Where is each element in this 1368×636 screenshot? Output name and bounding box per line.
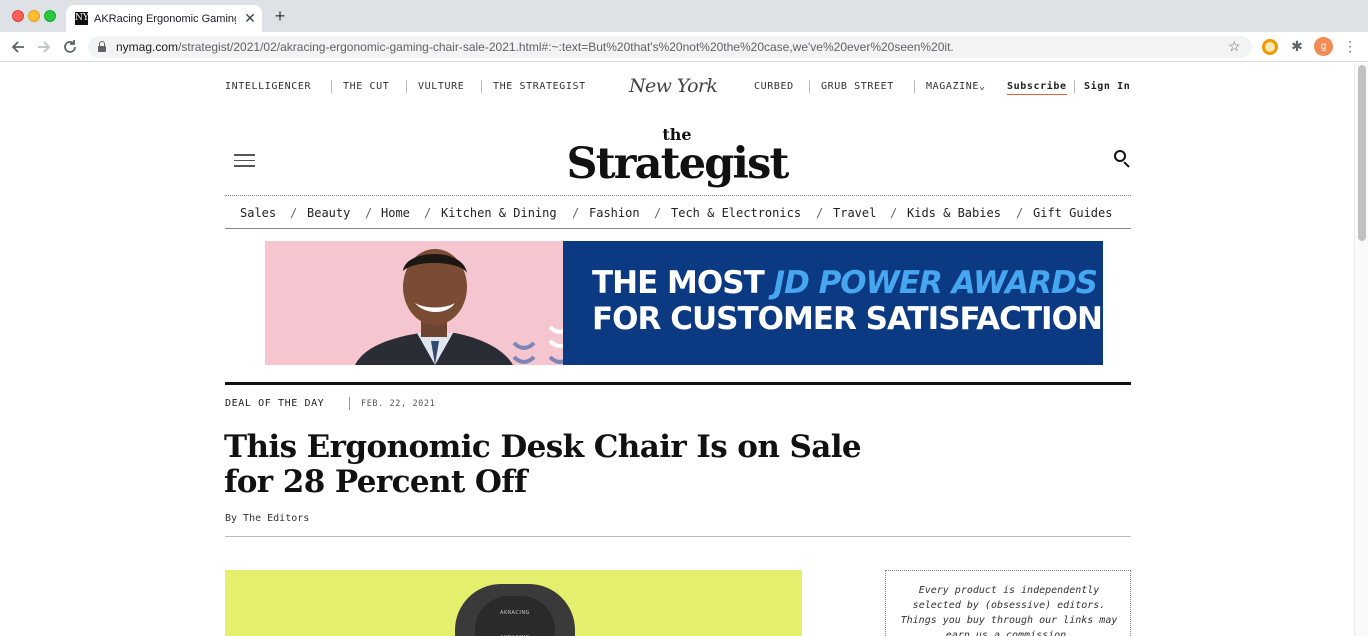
reload-icon[interactable]	[60, 37, 80, 57]
category-tech-electronics[interactable]: Tech & Electronics	[671, 206, 801, 220]
divider	[406, 80, 407, 93]
tab-close-icon[interactable]: ✕	[242, 10, 258, 26]
new-tab-button[interactable]: +	[271, 7, 289, 25]
divider	[349, 397, 350, 410]
category-nav: Sales / Beauty / Home / Kitchen & Dining…	[225, 195, 1131, 229]
forward-arrow-icon[interactable]	[34, 37, 54, 57]
sign-in-link[interactable]: Sign In	[1084, 81, 1130, 93]
article-date: FEB. 22, 2021	[361, 399, 436, 409]
kebab-menu-icon[interactable]: ⋮	[1342, 37, 1358, 54]
category-separator: /	[816, 206, 824, 220]
divider	[481, 80, 482, 93]
browser-tab-bar: NY AKRacing Ergonomic Gaming Chair Sale …	[0, 0, 1368, 32]
ad-banner[interactable]: THE MOST JD POWER AWARDS FOR CUSTOMER SA…	[265, 241, 1103, 365]
network-link-curbed[interactable]: CURBED	[754, 81, 794, 93]
strategist-logo[interactable]: the Strategist	[566, 127, 789, 190]
new-york-logo[interactable]: New York	[629, 75, 718, 97]
chair-brand-label: AKRACING	[500, 610, 530, 616]
category-separator: /	[890, 206, 898, 220]
extension-icon[interactable]	[1262, 39, 1278, 55]
address-bar[interactable]: nymag.com/strategist/2021/02/akracing-er…	[88, 36, 1252, 58]
article-headline: This Ergonomic Desk Chair Is on Sale for…	[224, 429, 862, 500]
disclaimer-text: Every product is independently selected …	[900, 585, 1118, 636]
category-fashion[interactable]: Fashion	[589, 206, 640, 220]
network-link-the-strategist[interactable]: THE STRATEGIST	[493, 81, 586, 93]
window-zoom-button[interactable]	[44, 10, 56, 22]
ad-line1-highlight: JD POWER AWARDS	[773, 265, 1098, 301]
network-link-magazine[interactable]: MAGAZINE⌄	[926, 81, 986, 93]
hero-product-image[interactable]: AKRACING AKRACING	[225, 570, 802, 636]
scrollbar-thumb[interactable]	[1358, 65, 1366, 241]
hamburger-menu-icon[interactable]	[234, 154, 255, 167]
category-travel[interactable]: Travel	[833, 206, 876, 220]
magazine-label: MAGAZINE	[926, 81, 979, 92]
divider	[914, 80, 915, 93]
lock-icon[interactable]	[98, 41, 106, 52]
divider	[1074, 80, 1075, 93]
category-separator: /	[290, 206, 298, 220]
category-separator: /	[365, 206, 373, 220]
category-beauty[interactable]: Beauty	[307, 206, 350, 220]
chair-image: AKRACING AKRACING	[455, 584, 575, 636]
category-separator: /	[1016, 206, 1024, 220]
chevron-down-icon: ⌄	[978, 81, 986, 92]
ad-line1-prefix: THE MOST	[592, 265, 774, 301]
category-home[interactable]: Home	[381, 206, 410, 220]
puzzle-icon[interactable]: ✱	[1289, 38, 1305, 54]
subscribe-link[interactable]: Subscribe	[1007, 81, 1067, 95]
profile-avatar[interactable]: g	[1314, 37, 1333, 56]
category-separator: /	[572, 206, 580, 220]
nymag-favicon-icon: NY	[75, 12, 89, 25]
article-divider	[225, 536, 1131, 537]
article-top-rule	[225, 382, 1131, 385]
category-kids-babies[interactable]: Kids & Babies	[907, 206, 1001, 220]
browser-tab-active[interactable]: NY AKRacing Ergonomic Gaming Chair Sale …	[66, 5, 262, 32]
url-text[interactable]: nymag.com/strategist/2021/02/akracing-er…	[116, 40, 1216, 54]
bookmark-star-icon[interactable]: ☆	[1228, 38, 1241, 55]
window-minimize-button[interactable]	[28, 10, 40, 22]
network-link-the-cut[interactable]: THE CUT	[343, 81, 389, 93]
search-icon[interactable]	[1114, 150, 1131, 168]
url-path: /strategist/2021/02/akracing-ergonomic-g…	[178, 40, 954, 54]
ad-headline-line2: FOR CUSTOMER SATISFACTION.	[592, 301, 1103, 337]
brand-name: Strategist	[566, 139, 789, 189]
category-separator: /	[424, 206, 432, 220]
category-separator: /	[654, 206, 662, 220]
network-nav: INTELLIGENCER THE CUT VULTURE THE STRATE…	[225, 75, 1131, 97]
ad-headline-line1: THE MOST JD POWER AWARDS	[592, 265, 1098, 301]
divider	[331, 80, 332, 93]
window-close-button[interactable]	[12, 10, 24, 22]
article-byline: By The Editors	[225, 513, 310, 524]
back-arrow-icon[interactable]	[8, 37, 28, 57]
category-kitchen-dining[interactable]: Kitchen & Dining	[441, 206, 557, 220]
browser-toolbar: nymag.com/strategist/2021/02/akracing-er…	[0, 32, 1368, 62]
ad-person-image	[355, 249, 513, 365]
tab-title: AKRacing Ergonomic Gaming Chair Sale 202…	[94, 13, 236, 25]
category-gift-guides[interactable]: Gift Guides	[1033, 206, 1112, 220]
network-link-vulture[interactable]: VULTURE	[418, 81, 464, 93]
category-sales[interactable]: Sales	[240, 206, 276, 220]
network-link-grub-street[interactable]: GRUB STREET	[821, 81, 894, 93]
url-host: nymag.com	[116, 40, 179, 54]
editorial-disclaimer: Every product is independently selected …	[885, 570, 1131, 636]
page-content: INTELLIGENCER THE CUT VULTURE THE STRATE…	[0, 63, 1354, 636]
network-link-intelligencer[interactable]: INTELLIGENCER	[225, 81, 311, 93]
divider	[809, 80, 810, 93]
page-scrollbar[interactable]	[1354, 63, 1368, 636]
rubric-link[interactable]: DEAL OF THE DAY	[225, 398, 324, 410]
